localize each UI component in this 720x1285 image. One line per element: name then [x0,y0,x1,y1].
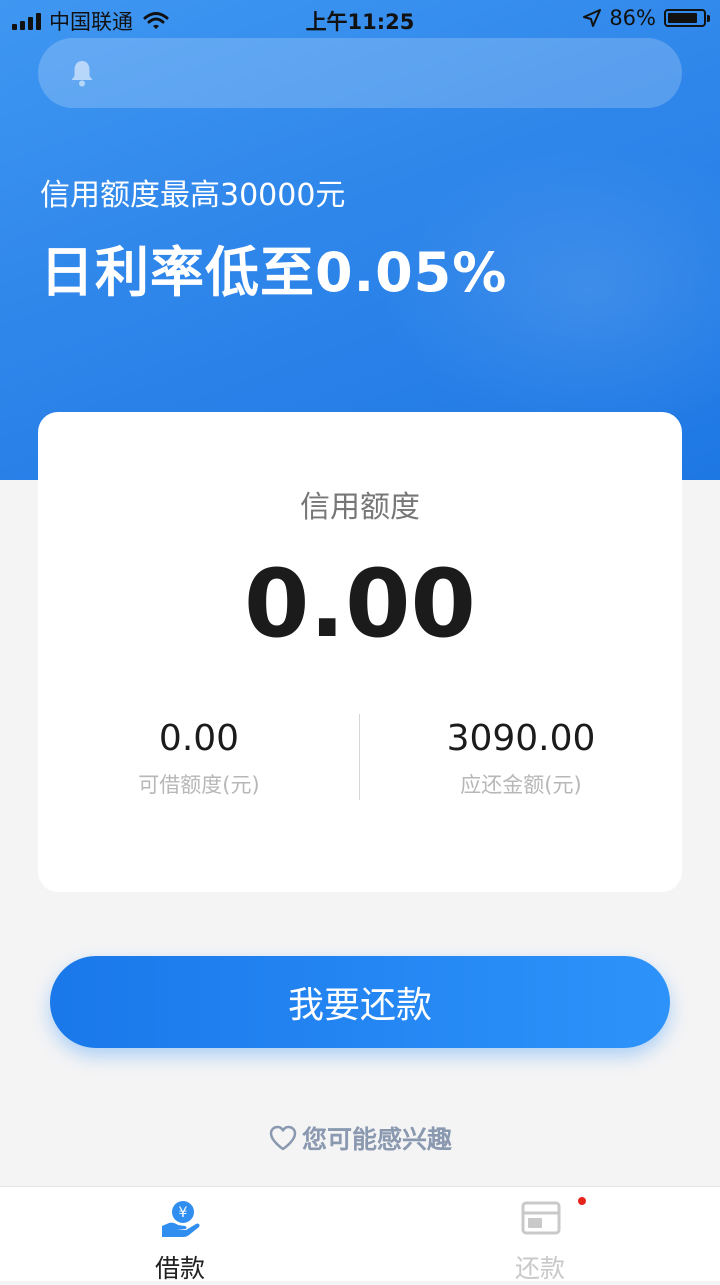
due-amount-stat: 3090.00 应还金额(元) [360,718,682,799]
tab-borrow[interactable]: ¥ 借款 [0,1187,360,1283]
due-amount-label: 应还金额(元) [460,773,582,797]
interest-label: 您可能感兴趣 [301,1125,452,1154]
notification-badge [578,1197,586,1205]
battery-percent: 86% [609,6,656,30]
due-amount-value: 3090.00 [446,718,596,759]
notice-bar[interactable] [38,38,682,108]
svg-text:¥: ¥ [179,1205,188,1221]
tab-bar: ¥ 借款 还款 [0,1186,720,1283]
repay-button[interactable]: 我要还款 [50,956,670,1048]
credit-title: 信用额度 [300,490,420,525]
location-arrow-icon [583,9,602,27]
available-amount-label: 可借额度(元) [138,773,260,797]
interest-section[interactable]: 您可能感兴趣 [0,1120,720,1156]
bell-icon [71,61,93,87]
battery-fill [668,13,698,23]
credit-amount: 0.00 [244,550,476,659]
available-amount-value: 0.00 [158,718,240,759]
status-bar: 中国联通 上午11:25 86% [0,0,720,40]
available-amount-stat: 0.00 可借额度(元) [38,718,360,799]
bill-card-icon [521,1201,561,1235]
credit-card: 信用额度 0.00 0.00 可借额度(元) 3090.00 应还金额(元) [38,412,682,892]
promo-subtitle: 信用额度最高30000元 [40,178,346,213]
hand-yen-icon: ¥ [162,1201,200,1237]
status-right: 86% [583,6,710,30]
promo-headline: 日利率低至0.05% [40,241,508,304]
battery-icon [664,9,710,27]
heart-outline-icon [269,1125,297,1151]
tab-repay[interactable]: 还款 [360,1187,720,1283]
